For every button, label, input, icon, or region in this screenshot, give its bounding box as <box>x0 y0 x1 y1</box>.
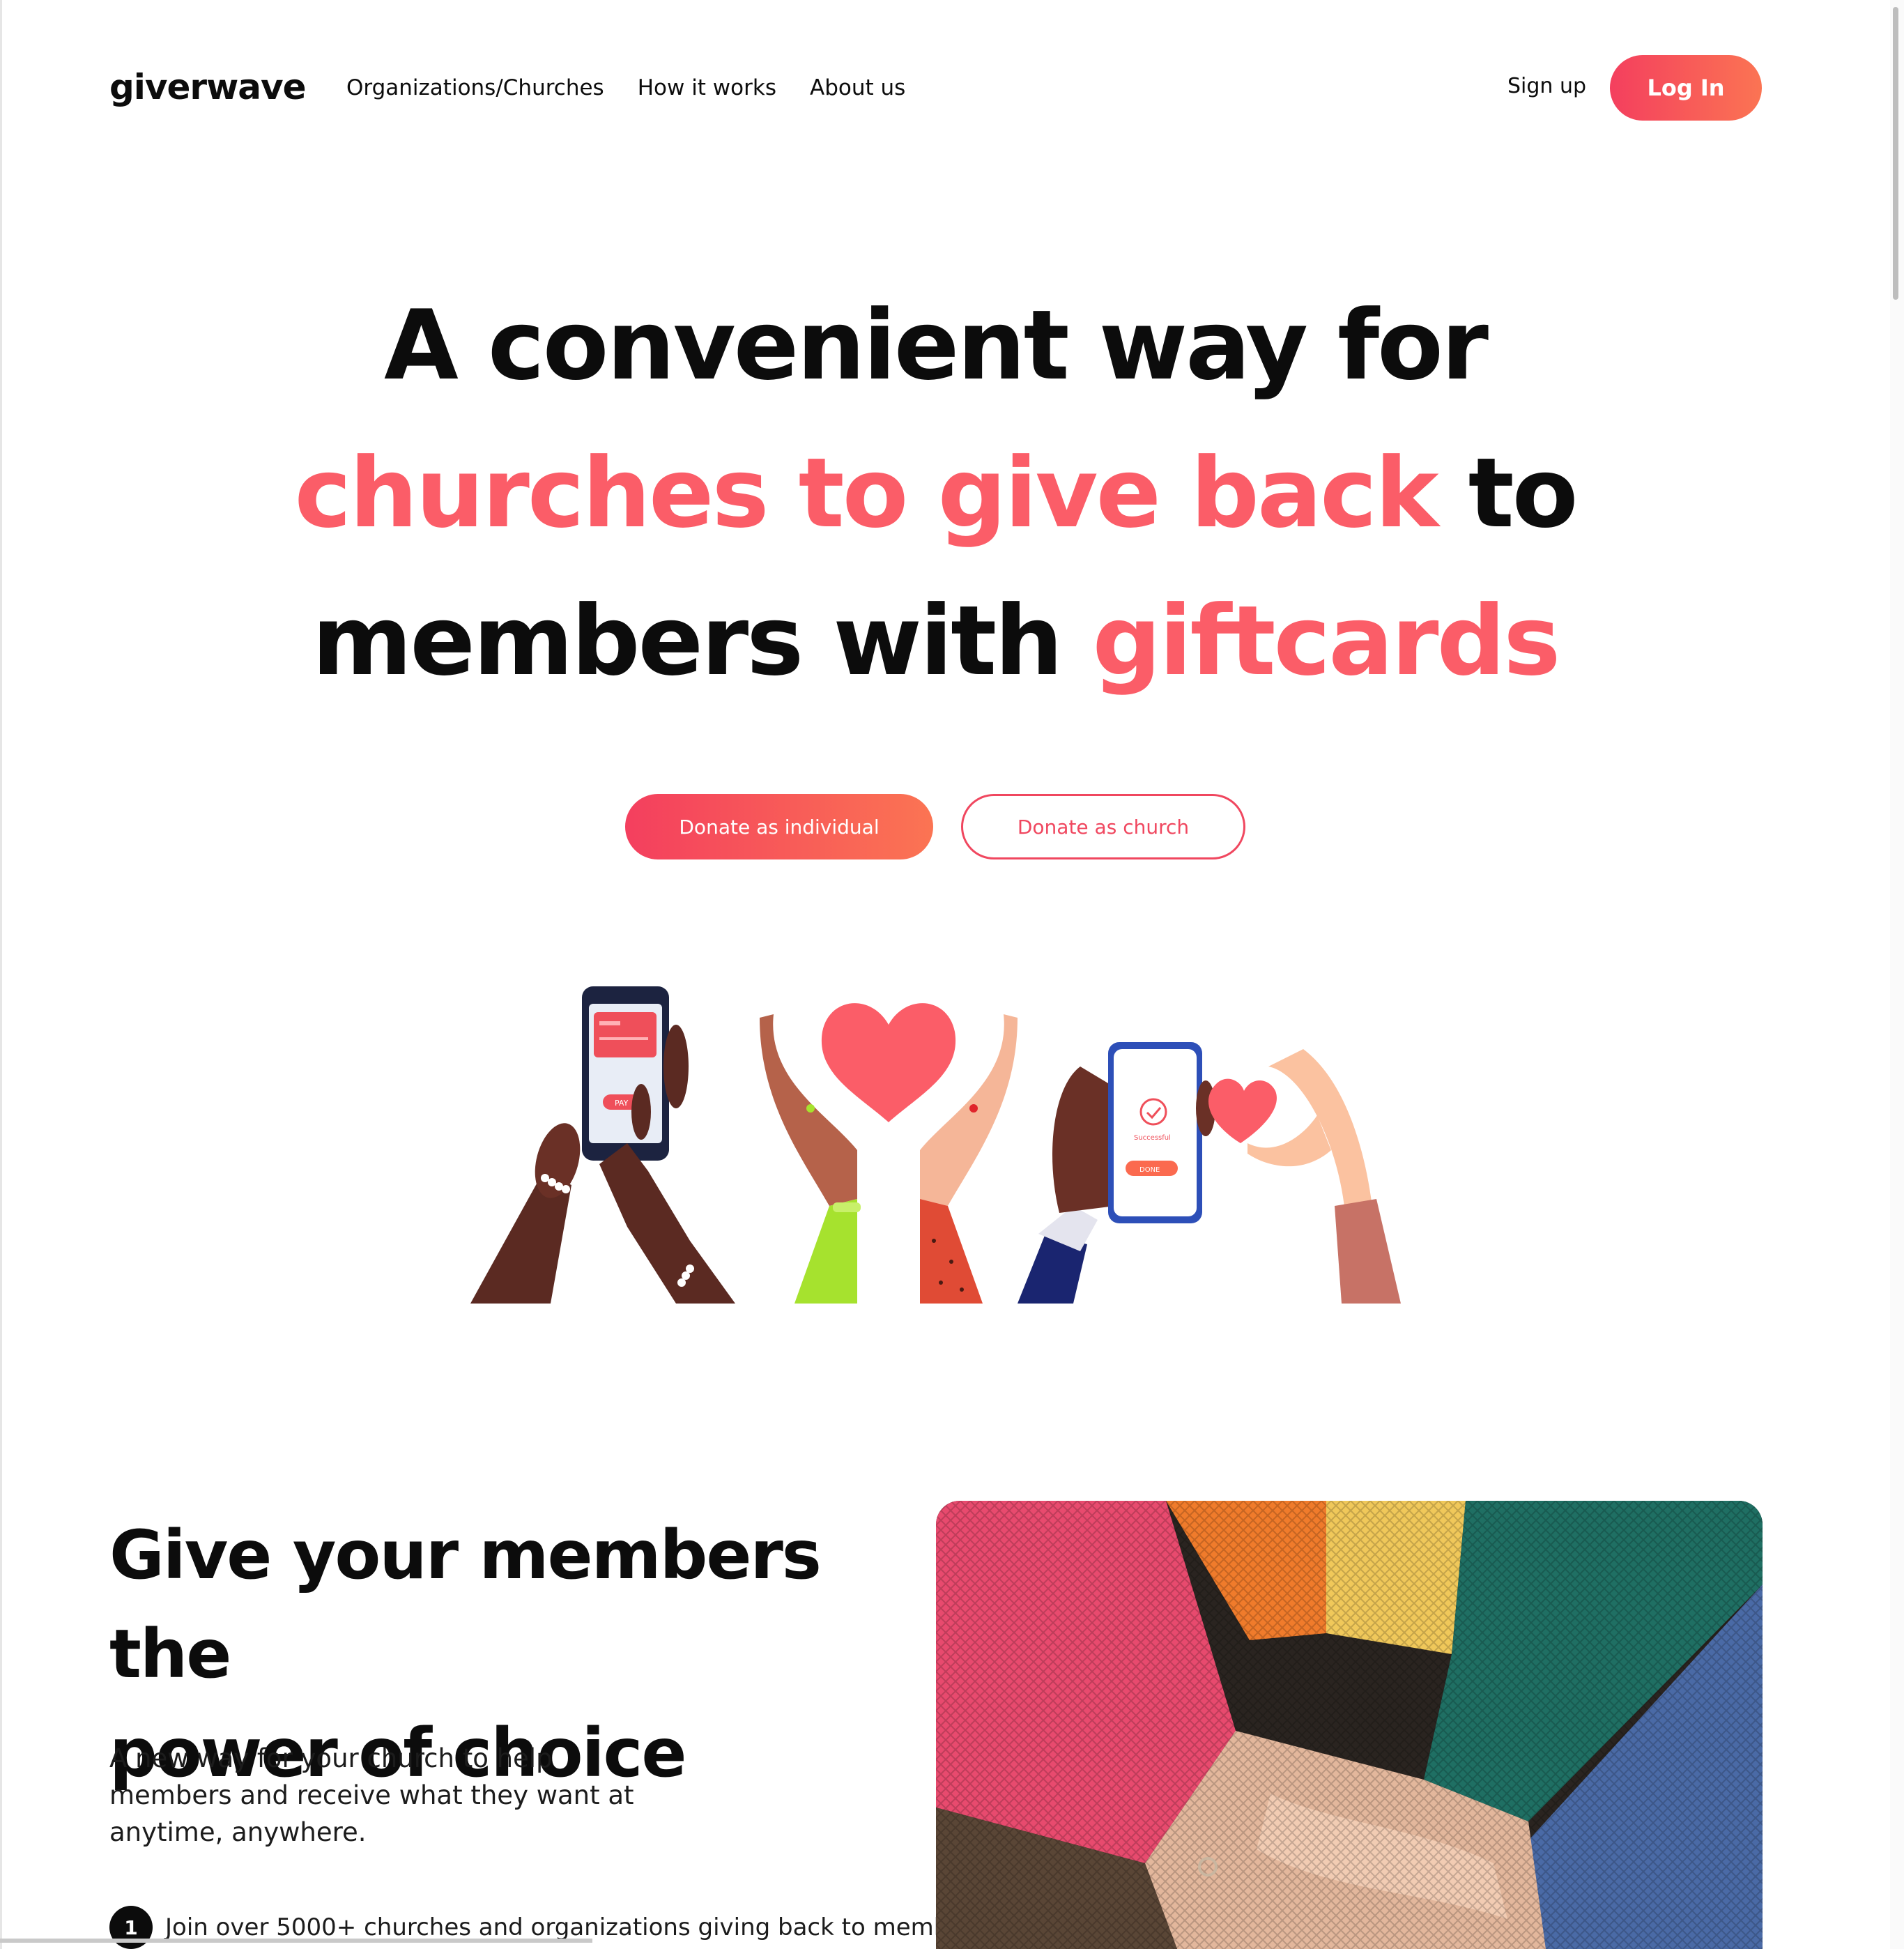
hero-line-2-rest: to <box>1436 437 1579 549</box>
donate-church-button[interactable]: Donate as church <box>961 794 1245 859</box>
hero-line-3-start: members with <box>312 585 1093 697</box>
hero-illustration: PAY Successful DONE <box>470 986 1401 1304</box>
login-button[interactable]: Log In <box>1610 55 1762 121</box>
section-description: A new way for your church to help member… <box>109 1743 634 1847</box>
hero-headline: A convenient way for churches to give ba… <box>0 272 1871 715</box>
hero-line-2: churches to give back to <box>0 420 1871 567</box>
phone-payment-illustration: PAY <box>470 986 735 1304</box>
phone1-pay-label: PAY <box>615 1099 629 1108</box>
nav-item-organizations[interactable]: Organizations/Churches <box>346 75 604 100</box>
section-title-line-1: Give your members the <box>109 1516 822 1693</box>
hero-highlight-churches: churches to give back <box>294 437 1439 549</box>
logo[interactable]: giverwave <box>109 67 307 107</box>
page: giverwave Organizations/Churches How it … <box>0 0 1904 1949</box>
hands-together-photo <box>936 1501 1763 1949</box>
phone2-done-label: DONE <box>1139 1166 1160 1174</box>
phone-success-illustration: Successful DONE <box>1018 1042 1401 1304</box>
step-text: Join over 5000+ churches and organizatio… <box>165 1913 985 1941</box>
hero-line-1: A convenient way for <box>384 289 1489 402</box>
hero-line-3: members with giftcards <box>0 567 1871 715</box>
nav-item-how-it-works[interactable]: How it works <box>638 75 776 100</box>
vertical-scrollbar-thumb[interactable] <box>1893 7 1898 300</box>
horizontal-scrollbar[interactable] <box>0 1939 592 1943</box>
signup-link[interactable]: Sign up <box>1507 74 1586 98</box>
hands-heart-illustration <box>760 1003 1018 1304</box>
phone2-status-label: Successful <box>1134 1134 1171 1142</box>
main-nav: Organizations/Churches How it works Abou… <box>346 75 905 100</box>
hero-highlight-giftcards: giftcards <box>1092 585 1560 697</box>
donate-individual-button[interactable]: Donate as individual <box>625 794 933 859</box>
nav-item-about-us[interactable]: About us <box>810 75 905 100</box>
